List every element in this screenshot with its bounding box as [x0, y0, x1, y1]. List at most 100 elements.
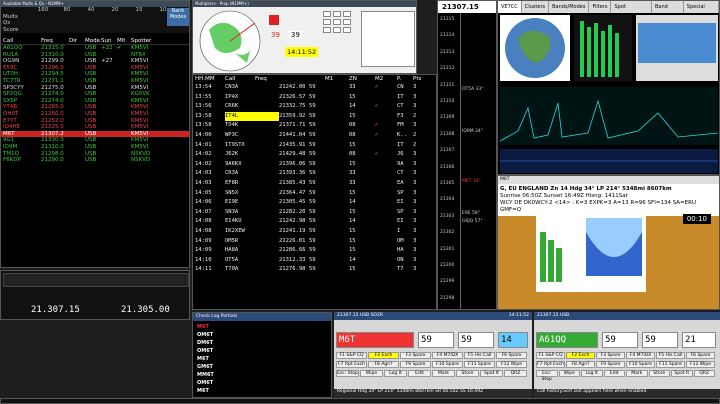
function-key[interactable]: F5 His Call [464, 352, 495, 359]
cluster-tab[interactable]: Bands/Modes [549, 1, 590, 13]
function-key[interactable]: Mark [432, 370, 455, 377]
spot-row[interactable]: IO4HE 21225.0 USB KM5VI [1, 124, 189, 131]
partial-call[interactable]: M6T [197, 323, 327, 331]
log-row[interactable]: 14:09 OM5R 21226.01 59 15 OM 3 [193, 237, 436, 247]
function-key[interactable]: Wipe [360, 370, 383, 377]
log-row[interactable]: 14:05 SN5X 21364.47 59 15 SP 3 [193, 189, 436, 199]
entry2-rst-sent[interactable]: 59 [602, 332, 638, 348]
function-key[interactable]: Spot It [671, 370, 693, 377]
log-row[interactable]: 14:08 EI4KU 21242.98 59 14 EI 3 [193, 217, 436, 227]
spot-row[interactable]: SX5P 21274.0 USB KM5VI [1, 98, 189, 105]
log-row[interactable]: 14:02 9A6KX 21396.06 59 15 9A 3 [193, 160, 436, 170]
spot-row[interactable]: E59C 21296.0 USB KM5VI [1, 65, 189, 72]
log-row[interactable]: 14:01 IT9STX 21435.91 59 15 IT 2 [193, 141, 436, 151]
entry1-rst-rcvd[interactable]: 59 [458, 332, 494, 348]
cluster-tab[interactable]: Band Plans [652, 1, 684, 22]
entry2-call-input[interactable]: A61QQ [536, 332, 598, 348]
function-key[interactable]: Log It [581, 370, 603, 377]
spot-row[interactable]: TC7TR 21271.1 USB KM5VI [1, 78, 189, 85]
function-key[interactable]: Edit [603, 370, 625, 377]
spot-row[interactable]: OG9N 21299.0 USB +27 KM5VI [1, 58, 189, 65]
function-key[interactable]: Esc: Stop [336, 370, 359, 377]
spot-row[interactable]: E7YT 21252.0 USB KM5VI [1, 118, 189, 125]
function-key[interactable]: Esc: Stop [536, 370, 558, 382]
log-row[interactable]: 13:58 IT4L 21359.92 59 15 F3 2 [193, 111, 436, 122]
log-row[interactable]: 14:03 EF8R 21385.43 59 33 EA 3 [193, 179, 436, 189]
vfo-b-frequency[interactable]: 21.305.00 [121, 305, 170, 315]
function-key[interactable]: F4 M7IDX [626, 352, 655, 359]
partial-call[interactable]: M6T [197, 387, 327, 395]
cluster-tab[interactable]: Filters [589, 1, 612, 13]
log-row[interactable]: 14:00 WP3C 21441.04 59 08 ✔ K.. 2 [193, 131, 436, 141]
partial-call[interactable]: M6T [197, 355, 327, 363]
function-key[interactable]: F3 Spare [400, 352, 431, 359]
entry1-call-input[interactable]: M6T [336, 332, 414, 348]
function-key[interactable]: Wipe [558, 370, 580, 377]
log-row[interactable]: 14:11 T70A 21276.98 59 15 T7 3 [193, 265, 436, 275]
entry2-rst-rcvd[interactable]: 59 [642, 332, 678, 348]
function-key[interactable]: F3 Spare [596, 352, 625, 359]
spot-row[interactable]: A61QQ 21315.0 USB +22 ✔ KM5VI [1, 45, 189, 52]
spot-row[interactable]: F6KDP 21290.0 USB N5KVD [1, 157, 189, 164]
entry1-zone[interactable]: 14 [498, 332, 528, 348]
function-key[interactable]: Log It [384, 370, 407, 377]
log-row[interactable]: 14:02 J62K 21429.48 59 08 ✔ J6 3 [193, 150, 436, 160]
spot-row[interactable]: M6T 21307.2 USB KM5VI [1, 130, 189, 138]
scale-spot[interactable]: OT5A 33° [462, 87, 484, 92]
partial-call[interactable]: GM6T [197, 363, 327, 371]
band-selector[interactable] [323, 11, 353, 55]
function-key[interactable]: Mark [626, 370, 648, 377]
function-key[interactable]: F7 Rpt Exch [336, 361, 367, 368]
function-key[interactable]: F8 Agn? [566, 361, 595, 368]
function-key[interactable]: Edit [408, 370, 431, 377]
function-key[interactable]: F9 Spare [400, 361, 431, 368]
cluster-tab[interactable]: Special Calls [684, 1, 719, 22]
spot-row[interactable]: SP3CYY 21275.0 USB KM5VI [1, 85, 189, 92]
cluster-tab[interactable]: Clusters [522, 1, 550, 13]
function-key[interactable]: F11 Spare [656, 361, 685, 368]
scale-spot[interactable]: G6JQ 57° [462, 219, 483, 224]
vfo-a-frequency[interactable]: 21.307.15 [31, 305, 80, 315]
spot-row[interactable]: 9G1 21330.0 USB KM5VI [1, 137, 189, 144]
spot-row[interactable]: UT0H 21294.5 USB KM5VI [1, 71, 189, 78]
partial-call[interactable]: OM6T [197, 347, 327, 355]
cluster-tab[interactable]: VE7CC [498, 1, 522, 13]
spot-row[interactable]: OH0T 21260.0 USB KM5VI [1, 111, 189, 118]
function-key[interactable]: F9 Spare [596, 361, 625, 368]
spot-row[interactable]: YT4B 21265.0 USB KM5VI [1, 104, 189, 111]
log-row[interactable]: 14:10 OT5A 21312.33 59 14 ON 3 [193, 256, 436, 266]
scale-spot[interactable]: IO9M 34° [462, 129, 483, 134]
function-key[interactable]: F2 Exch [368, 352, 399, 359]
log-row[interactable]: 13:56 CR6K 21332.75 59 14 ✔ CT 3 [193, 102, 436, 112]
partial-call[interactable]: DM6T [197, 339, 327, 347]
log-row[interactable]: 13:58 TO4K 21371.71 59 08 ✔ FM 3 [193, 121, 436, 131]
function-key[interactable]: F11 Spare [464, 361, 495, 368]
function-key[interactable]: F6 Spare [686, 352, 715, 359]
log-row[interactable]: 14:08 IK2XEW 21241.19 59 15 I 3 [193, 227, 436, 237]
rank-modes-button[interactable]: Rank Modes [167, 8, 189, 26]
log-row[interactable]: 13:54 CN3A 21242.00 59 33 ✔ CN 3 [193, 83, 436, 93]
partial-call[interactable]: OM6T [197, 379, 327, 387]
spot-row[interactable]: IO9M 21310.0 USB KM5VI [1, 144, 189, 151]
function-key[interactable]: QRZ [504, 370, 527, 377]
log-row[interactable]: 14:09 HA8A 21286.66 59 15 HA 3 [193, 246, 436, 256]
function-key[interactable]: F6 Spare [496, 352, 527, 359]
log-row[interactable]: 14:03 CR3A 21393.36 59 33 CT 3 [193, 169, 436, 179]
function-key[interactable]: F12 Wipe [686, 361, 715, 368]
function-key[interactable]: F1 S&P CQ [536, 352, 565, 359]
scale-spot[interactable]: M6T 34° [462, 179, 481, 184]
cluster-tab[interactable]: Spot Comment [611, 1, 652, 22]
function-key[interactable]: F2 Exch [566, 352, 595, 359]
function-key[interactable]: QRZ [693, 370, 715, 377]
function-key[interactable]: Store [648, 370, 670, 377]
log-row[interactable]: 13:55 IP4X 21326.57 59 15 IT 3 [193, 93, 436, 103]
spot-row[interactable]: SP2QG 21274.0 USB KG5VK [1, 91, 189, 98]
entry1-rst-sent[interactable]: 59 [418, 332, 454, 348]
function-key[interactable]: F1 S&P CQ [336, 352, 367, 359]
entry2-zone[interactable]: 21 [682, 332, 716, 348]
log-row[interactable]: 14:07 SN3A 21282.20 59 15 SP 3 [193, 208, 436, 218]
partial-call[interactable]: MM6T [197, 371, 327, 379]
function-key[interactable]: Store [456, 370, 479, 377]
spot-row[interactable]: RU1A 21310.0 USB NT6X [1, 52, 189, 59]
function-key[interactable]: F12 Wipe [496, 361, 527, 368]
